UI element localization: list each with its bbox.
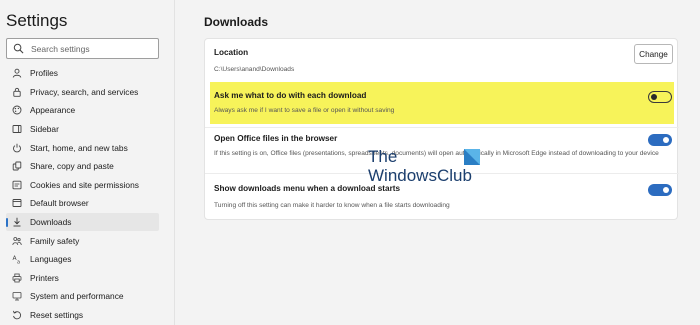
printer-icon [12, 273, 22, 283]
toggle-knob [651, 94, 657, 100]
sidebar-item-label: Reset settings [30, 310, 84, 321]
downloads-menu-toggle[interactable] [648, 184, 672, 196]
office-files-title: Open Office files in the browser [214, 134, 338, 143]
download-icon [13, 217, 21, 227]
palette-icon [12, 106, 22, 115]
sidebar-item-appearance[interactable]: Appearance [6, 101, 159, 120]
office-files-desc: If this setting is on, Office files (pre… [214, 150, 659, 157]
sidebar-item-label: System and performance [30, 291, 124, 302]
settings-title: Settings [6, 11, 68, 30]
sidebar-item-reset[interactable]: Reset settings [6, 306, 159, 325]
share-icon [12, 161, 22, 171]
sidebar-item-label: Downloads [30, 217, 72, 228]
sidebar-item-label: Sidebar [30, 124, 59, 135]
watermark-line-2: WindowsClub [368, 166, 472, 185]
languages-icon: Aa [13, 255, 21, 265]
location-row: Location C:\Users\anand\Downloads Change [205, 39, 679, 80]
sidebar-item-profiles[interactable]: Profiles [6, 64, 159, 83]
sidebar-item-label: Appearance [30, 105, 76, 116]
toggle-knob [663, 137, 669, 143]
ask-download-title: Ask me what to do with each download [214, 91, 367, 100]
sidebar-item-label: Cookies and site permissions [30, 179, 139, 190]
search-input[interactable] [31, 40, 157, 57]
downloads-settings-panel: Downloads Location C:\Users\anand\Downlo… [176, 0, 700, 325]
sidebar-icon [12, 125, 22, 134]
sidebar-item-label: Default browser [30, 198, 89, 209]
sidebar-item-privacy[interactable]: Privacy, search, and services [6, 83, 159, 102]
watermark-line-1: The [368, 147, 398, 166]
family-icon [12, 236, 22, 245]
search-box[interactable] [6, 38, 159, 59]
page-title: Downloads [204, 15, 269, 29]
location-path: C:\Users\anand\Downloads [214, 66, 295, 73]
location-title: Location [214, 48, 249, 57]
settings-nav: Profiles Privacy, search, and services A… [6, 64, 159, 324]
profile-icon [12, 69, 22, 78]
office-files-toggle[interactable] [648, 134, 672, 146]
sidebar-item-system[interactable]: System and performance [6, 287, 159, 306]
sidebar-item-label: Languages [30, 254, 72, 265]
sidebar-item-sidebar[interactable]: Sidebar [6, 120, 159, 139]
search-icon [13, 43, 24, 54]
downloads-menu-desc: Turning off this setting can make it har… [214, 202, 450, 209]
settings-sidebar: Settings Profiles Privacy, search, and s… [0, 0, 175, 325]
system-icon [12, 292, 22, 301]
sidebar-item-languages[interactable]: Aa Languages [6, 250, 159, 269]
sidebar-item-label: Start, home, and new tabs [30, 142, 128, 153]
toggle-knob [663, 187, 669, 193]
lock-icon [13, 87, 21, 97]
sidebar-item-share[interactable]: Share, copy and paste [6, 157, 159, 176]
change-location-button[interactable]: Change [634, 44, 673, 64]
sidebar-item-family-safety[interactable]: Family safety [6, 231, 159, 250]
cookie-icon [12, 180, 22, 190]
sidebar-item-downloads[interactable]: Downloads [6, 212, 159, 232]
sidebar-item-label: Printers [30, 272, 59, 283]
sidebar-item-printers[interactable]: Printers [6, 269, 159, 288]
ask-download-desc: Always ask me if I want to save a file o… [214, 107, 395, 114]
sidebar-item-start-home[interactable]: Start, home, and new tabs [6, 138, 159, 157]
sidebar-item-label: Family safety [30, 235, 80, 246]
sidebar-item-default-browser[interactable]: Default browser [6, 194, 159, 213]
reset-icon [12, 310, 22, 320]
downloads-card: Location C:\Users\anand\Downloads Change… [204, 38, 679, 220]
browser-icon [12, 199, 22, 208]
ask-download-row: Ask me what to do with each download Alw… [205, 80, 679, 126]
sidebar-item-label: Privacy, search, and services [30, 86, 139, 97]
watermark-logo-icon [464, 149, 480, 165]
sidebar-item-label: Share, copy and paste [30, 161, 114, 172]
sidebar-item-label: Profiles [30, 68, 58, 79]
sidebar-item-cookies[interactable]: Cookies and site permissions [6, 176, 159, 195]
ask-download-toggle[interactable] [648, 91, 672, 103]
svg-text:a: a [17, 260, 20, 265]
power-icon [13, 143, 21, 153]
